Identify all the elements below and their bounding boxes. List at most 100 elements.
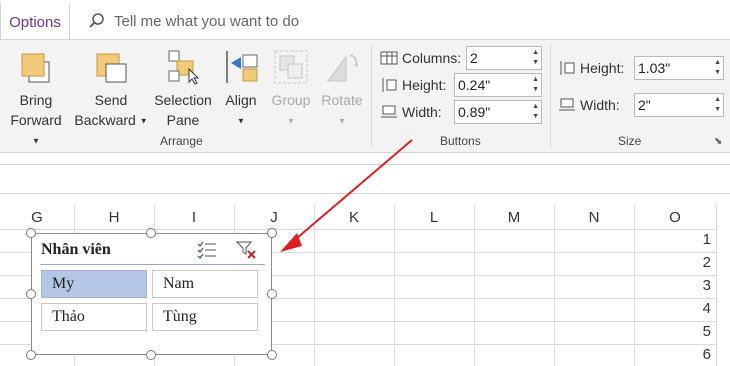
bring-forward-button[interactable]: Bring Forward ▼ xyxy=(6,44,66,151)
width-icon xyxy=(559,98,575,111)
resize-handle[interactable] xyxy=(26,228,36,238)
slicer-height-value: 1.03" xyxy=(638,60,671,76)
column-header[interactable]: G xyxy=(0,205,74,229)
button-height-label: Height: xyxy=(402,77,447,93)
slicer-height-field: Height: xyxy=(558,60,624,76)
resize-handle[interactable] xyxy=(267,289,277,299)
button-height-spinner[interactable]: 0.24" ▲ ▼ xyxy=(454,73,542,97)
size-group-label: Size xyxy=(618,134,642,148)
chevron-down-icon: ▼ xyxy=(338,116,346,126)
formula-bar[interactable] xyxy=(0,164,730,194)
gridline xyxy=(716,205,717,366)
slicer-width-field: Width: xyxy=(558,97,620,113)
chevron-down-icon: ▼ xyxy=(32,136,40,146)
slicer-width-label: Width: xyxy=(580,97,620,113)
slicer-title: Nhân viên xyxy=(41,241,111,258)
slicer-item-nam[interactable]: Nam xyxy=(152,270,258,298)
slicer-height-spinner[interactable]: 1.03" ▲ ▼ xyxy=(634,56,724,80)
cell-value[interactable]: 5 xyxy=(703,323,711,340)
column-header[interactable]: M xyxy=(474,205,554,229)
spinner-arrows-icon[interactable]: ▲ ▼ xyxy=(532,75,539,95)
column-header[interactable]: K xyxy=(314,205,394,229)
columns-spinner[interactable]: 2 ▲ ▼ xyxy=(466,46,542,70)
slicer-header-divider xyxy=(40,264,265,265)
gridline xyxy=(0,229,716,230)
send-backward-icon xyxy=(96,53,127,83)
column-header[interactable]: N xyxy=(554,205,634,229)
clear-filter-icon[interactable] xyxy=(236,240,258,260)
tab-options[interactable]: Options xyxy=(0,2,70,40)
cell-value[interactable]: 3 xyxy=(703,277,711,294)
spinner-arrows-icon[interactable]: ▲ ▼ xyxy=(714,58,721,78)
ribbon: Bring Forward ▼ Send Backward ▼ Selectio… xyxy=(0,40,730,153)
bring-forward-icon xyxy=(21,53,50,83)
arrange-group-label: Arrange xyxy=(160,134,203,148)
resize-handle[interactable] xyxy=(267,228,277,238)
slicer-item-my[interactable]: My xyxy=(41,270,147,298)
send-backward-button[interactable]: Send Backward ▼ xyxy=(73,44,149,131)
align-label: Align xyxy=(225,92,257,108)
rotate-icon xyxy=(327,54,358,82)
spinner-arrows-icon[interactable]: ▲ ▼ xyxy=(532,102,539,122)
search-placeholder: Tell me what you want to do xyxy=(114,12,300,30)
height-icon xyxy=(382,78,397,92)
spinner-arrows-icon[interactable]: ▲ ▼ xyxy=(714,95,721,115)
cell-value[interactable]: 4 xyxy=(703,300,711,317)
bring-forward-label-2: Forward xyxy=(10,112,62,128)
ribbon-separator xyxy=(371,44,372,148)
multi-select-icon[interactable] xyxy=(196,240,218,260)
rotate-label: Rotate xyxy=(321,92,363,108)
button-width-spinner[interactable]: 0.89" ▲ ▼ xyxy=(454,100,542,124)
selection-pane-label-1: Selection xyxy=(154,92,212,108)
tab-bar: Options Tell me what you want to do xyxy=(0,0,730,40)
resize-handle[interactable] xyxy=(146,228,156,238)
resize-handle[interactable] xyxy=(267,350,277,360)
spinner-arrows-icon[interactable]: ▲ ▼ xyxy=(532,48,539,68)
resize-handle[interactable] xyxy=(146,350,156,360)
cell-value[interactable]: 6 xyxy=(703,346,711,363)
slicer[interactable]: Nhân viên My Nam Thảo Tùng xyxy=(31,233,272,355)
columns-value: 2 xyxy=(470,50,478,66)
send-backward-label-1: Send xyxy=(94,92,128,108)
buttons-group-label: Buttons xyxy=(440,134,481,148)
button-width-label: Width: xyxy=(402,104,442,120)
button-height-value: 0.24" xyxy=(458,77,491,93)
chevron-down-icon: ▼ xyxy=(237,116,245,126)
chevron-down-icon: ▼ xyxy=(287,116,295,126)
align-button[interactable]: Align ▼ xyxy=(218,44,264,131)
bring-forward-label-1: Bring xyxy=(19,92,53,108)
button-width-value: 0.89" xyxy=(458,104,491,120)
resize-handle[interactable] xyxy=(26,350,36,360)
chevron-down-icon: ▼ xyxy=(139,116,148,126)
button-width-field: Width: xyxy=(380,104,442,120)
slicer-width-spinner[interactable]: 2" ▲ ▼ xyxy=(634,93,724,117)
group-label: Group xyxy=(271,92,311,108)
dialog-launcher-icon[interactable]: ⬊ xyxy=(714,136,722,147)
slicer-width-value: 2" xyxy=(638,97,651,113)
align-icon xyxy=(226,51,258,83)
column-header[interactable]: L xyxy=(394,205,474,229)
slicer-item-tung[interactable]: Tùng xyxy=(152,303,258,331)
columns-label: Columns: xyxy=(402,50,462,66)
column-header[interactable]: J xyxy=(234,205,314,229)
selection-pane-icon xyxy=(168,50,200,85)
columns-icon xyxy=(380,51,398,65)
group-icon xyxy=(274,50,308,84)
cell-value[interactable]: 1 xyxy=(703,231,711,248)
selection-pane-button[interactable]: Selection Pane xyxy=(150,44,216,130)
ribbon-separator xyxy=(550,44,551,148)
group-button[interactable]: Group ▼ xyxy=(268,44,314,131)
slicer-height-label: Height: xyxy=(580,60,625,76)
button-height-field: Height: xyxy=(380,77,446,93)
send-backward-label-2: Backward xyxy=(74,112,136,128)
slicer-item-thao[interactable]: Thảo xyxy=(41,303,147,331)
rotate-button[interactable]: Rotate ▼ xyxy=(316,44,368,131)
tell-me-search[interactable]: Tell me what you want to do xyxy=(88,8,299,34)
column-header[interactable]: O xyxy=(634,205,716,229)
height-icon xyxy=(560,61,575,75)
resize-handle[interactable] xyxy=(26,289,36,299)
column-header[interactable]: I xyxy=(154,205,234,229)
cell-value[interactable]: 2 xyxy=(703,254,711,271)
search-icon xyxy=(89,13,104,28)
column-header[interactable]: H xyxy=(74,205,154,229)
